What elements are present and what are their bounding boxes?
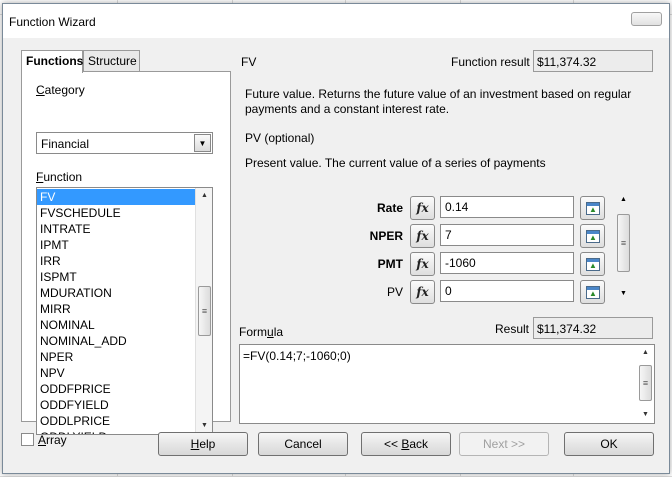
cancel-button[interactable]: Cancel [258,432,348,456]
function-description: Future value. Returns the future value o… [245,87,632,116]
function-list-item[interactable]: IPMT [37,237,195,253]
argument-name: PV (optional) [245,131,315,145]
function-list-item[interactable]: ODDLPRICE [37,413,195,429]
close-button[interactable] [631,12,662,26]
scroll-thumb[interactable]: ≡ [198,286,211,336]
function-list-item[interactable]: FV [37,189,195,205]
nper-input[interactable] [440,224,574,246]
pmt-input[interactable] [440,252,574,274]
arguments-scrollbar[interactable]: ▲ ≡ ▼ [615,196,632,304]
formula-editor[interactable]: =FV(0.14;7;-1060;0) ▲ ≡ ▼ [239,344,655,424]
formula-text: =FV(0.14;7;-1060;0) [243,349,351,363]
rate-input[interactable] [440,196,574,218]
back-button[interactable]: << Back [361,432,451,456]
category-value: Financial [41,137,90,151]
array-label: Array [38,433,67,447]
function-list-item[interactable]: NOMINAL [37,317,195,333]
function-list-scrollbar[interactable]: ▲ ≡ ▼ [195,188,212,434]
arg-label-rate: Rate [376,201,403,215]
function-list-item[interactable]: MDURATION [37,285,195,301]
title-bar: Function Wizard [3,4,669,38]
function-wizard-dialog: Function Wizard Functions Structure Cate… [2,3,670,474]
function-list-item[interactable]: IRR [37,253,195,269]
result-value: $11,374.32 [533,317,653,339]
next-button: Next >> [459,432,549,456]
tab-label: Structure [88,54,137,68]
fx-icon[interactable]: fx [410,224,435,248]
scroll-down-icon[interactable]: ▼ [637,407,654,423]
dialog-body: Functions Structure Category Financial ▼… [3,38,669,473]
tab-structure[interactable]: Structure [83,50,140,72]
help-button[interactable]: Help [158,432,248,456]
functions-panel: Category Financial ▼ Function FV FVSCHEDU… [21,71,231,435]
pv-input[interactable] [440,280,574,302]
scroll-thumb[interactable]: ≡ [617,214,630,272]
scroll-up-icon[interactable]: ▲ [196,188,212,204]
arg-label-nper: NPER [369,229,403,243]
shrink-icon[interactable] [580,252,605,276]
result-label: Result [495,322,530,336]
function-list-items: FV FVSCHEDULE INTRATE IPMT IRR ISPMT MDURATION… [37,189,195,434]
function-list-item[interactable]: MIRR [37,301,195,317]
scroll-up-icon[interactable]: ▲ [615,196,632,203]
function-list-item[interactable]: NPV [37,365,195,381]
ok-button[interactable]: OK [564,432,654,456]
argument-description: Present value. The current value of a se… [245,156,546,170]
window-title: Function Wizard [9,15,96,29]
function-label: Function [36,170,83,184]
function-list-item[interactable]: INTRATE [37,221,195,237]
arg-label-pv: PV [386,285,403,299]
function-name: FV [241,55,257,69]
function-list-item[interactable]: ODDFYIELD [37,397,195,413]
category-label: Category [36,83,85,97]
function-list[interactable]: FV FVSCHEDULE INTRATE IPMT IRR ISPMT MDURATION… [36,187,213,435]
formula-label: Formula [239,325,284,339]
function-list-item[interactable]: ISPMT [37,269,195,285]
chevron-down-icon[interactable]: ▼ [194,134,211,152]
fx-icon[interactable]: fx [410,280,435,304]
shrink-icon[interactable] [580,280,605,304]
scroll-down-icon[interactable]: ▼ [615,290,632,297]
fx-icon[interactable]: fx [410,252,435,276]
shrink-icon[interactable] [580,224,605,248]
arg-label-pmt: PMT [377,257,403,271]
function-list-item[interactable]: NPER [37,349,195,365]
function-result-label: Function result [451,55,530,69]
function-list-item[interactable]: FVSCHEDULE [37,205,195,221]
tab-functions[interactable]: Functions [21,50,83,73]
formula-scrollbar[interactable]: ▲ ≡ ▼ [637,345,654,423]
function-list-item[interactable]: ODDFPRICE [37,381,195,397]
array-checkbox[interactable] [21,433,34,446]
function-result-value: $11,374.32 [533,50,653,72]
scroll-thumb[interactable]: ≡ [639,365,652,401]
shrink-icon[interactable] [580,196,605,220]
tab-label: Functions [26,54,84,68]
function-list-item[interactable]: NOMINAL_ADD [37,333,195,349]
category-dropdown[interactable]: Financial ▼ [36,132,213,154]
fx-icon[interactable]: fx [410,196,435,220]
scroll-up-icon[interactable]: ▲ [637,345,654,361]
